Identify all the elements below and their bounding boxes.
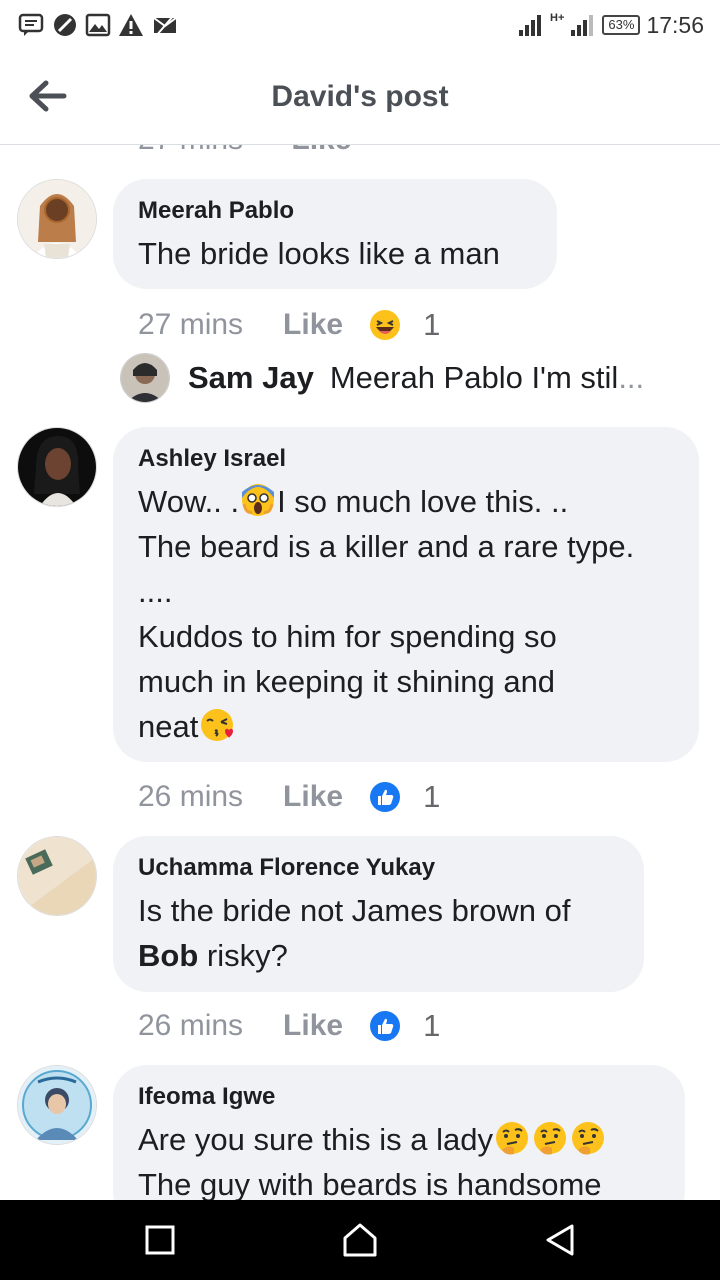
message-icon <box>18 13 44 36</box>
mail-off-icon <box>153 14 177 37</box>
system-nav-bar <box>0 1200 720 1280</box>
warning-icon <box>119 14 143 36</box>
reaction-count: 1 <box>423 1008 441 1043</box>
thinking-emoji <box>571 1122 604 1155</box>
comment-text: Is the bride not James brown of Bob risk… <box>138 893 571 973</box>
avatar[interactable] <box>17 427 97 507</box>
scream-emoji <box>242 484 275 516</box>
comment-meta: 27 mins Like 1 <box>138 307 440 343</box>
status-right: H+ 63% 17:56 <box>518 10 704 40</box>
comment-time: 27 mins <box>138 145 243 156</box>
home-icon[interactable] <box>340 1220 380 1260</box>
battery-indicator: 63% <box>602 15 641 35</box>
comment-text: Are you sure this is a lady The guy with… <box>138 1117 659 1200</box>
like-button[interactable]: Like <box>283 308 343 342</box>
comment-meta: 26 mins Like 1 <box>138 1008 440 1044</box>
comment-text: Wow.. .I so much love this. .. The beard… <box>138 484 635 744</box>
thinking-emoji <box>533 1122 566 1155</box>
signal-icon-2 <box>571 15 594 36</box>
no-entry-icon <box>54 14 76 36</box>
reaction-count: 1 <box>423 779 441 814</box>
status-bar: H+ 63% 17:56 <box>0 0 720 50</box>
reply-avatar[interactable] <box>120 353 170 403</box>
comments-list[interactable]: 27 mins Like Meerah Pablo The bride look… <box>0 145 720 1200</box>
like-button[interactable]: Like <box>283 780 343 814</box>
comment-time: 26 mins <box>138 780 244 813</box>
network-label: H+ <box>550 12 565 24</box>
comment-text: The bride looks like a man <box>138 236 500 271</box>
back-icon[interactable] <box>540 1220 580 1260</box>
page-title: David's post <box>271 80 449 113</box>
comment-bubble[interactable]: Meerah Pablo The bride looks like a man <box>113 179 557 289</box>
thinking-emoji <box>495 1122 528 1155</box>
like-button[interactable]: Like <box>291 145 351 156</box>
mention-bob[interactable]: Bob <box>138 938 198 973</box>
comment-author[interactable]: Uchamma Florence Yukay <box>138 854 618 882</box>
thumbs-up-icon[interactable] <box>369 781 401 813</box>
comment-author[interactable]: Ifeoma Igwe <box>138 1083 659 1111</box>
thumbs-up-icon[interactable] <box>369 1010 401 1042</box>
avatar[interactable] <box>17 179 97 259</box>
comment-time: 26 mins <box>138 1009 244 1042</box>
avatar[interactable] <box>17 1065 97 1145</box>
comment-bubble[interactable]: Ashley Israel Wow.. .I so much love this… <box>113 427 699 762</box>
comment-time: 27 mins <box>138 308 244 341</box>
like-button[interactable]: Like <box>283 1009 343 1043</box>
cut-off-meta: 27 mins Like <box>138 145 351 157</box>
reply-text: Meerah Pablo I'm stil... <box>329 360 645 395</box>
app-header: David's post <box>0 50 720 145</box>
comment-author[interactable]: Meerah Pablo <box>138 197 531 225</box>
reply-author[interactable]: Sam Jay <box>188 360 314 396</box>
avatar[interactable] <box>17 836 97 916</box>
reaction-count: 1 <box>423 307 441 342</box>
kissing-heart-emoji <box>201 709 234 741</box>
reply-preview[interactable]: Sam Jay Meerah Pablo I'm stil... <box>120 353 644 403</box>
signal-icon <box>519 15 542 36</box>
comment-bubble[interactable]: Uchamma Florence Yukay Is the bride not … <box>113 836 644 992</box>
comment-author[interactable]: Ashley Israel <box>138 445 673 473</box>
clock: 17:56 <box>646 11 704 38</box>
recent-apps-icon[interactable] <box>140 1220 180 1260</box>
haha-emoji[interactable] <box>369 309 401 341</box>
image-icon <box>85 13 111 37</box>
comment-bubble[interactable]: Ifeoma Igwe Are you sure this is a lady … <box>113 1065 685 1200</box>
comment-meta: 26 mins Like 1 <box>138 779 440 815</box>
